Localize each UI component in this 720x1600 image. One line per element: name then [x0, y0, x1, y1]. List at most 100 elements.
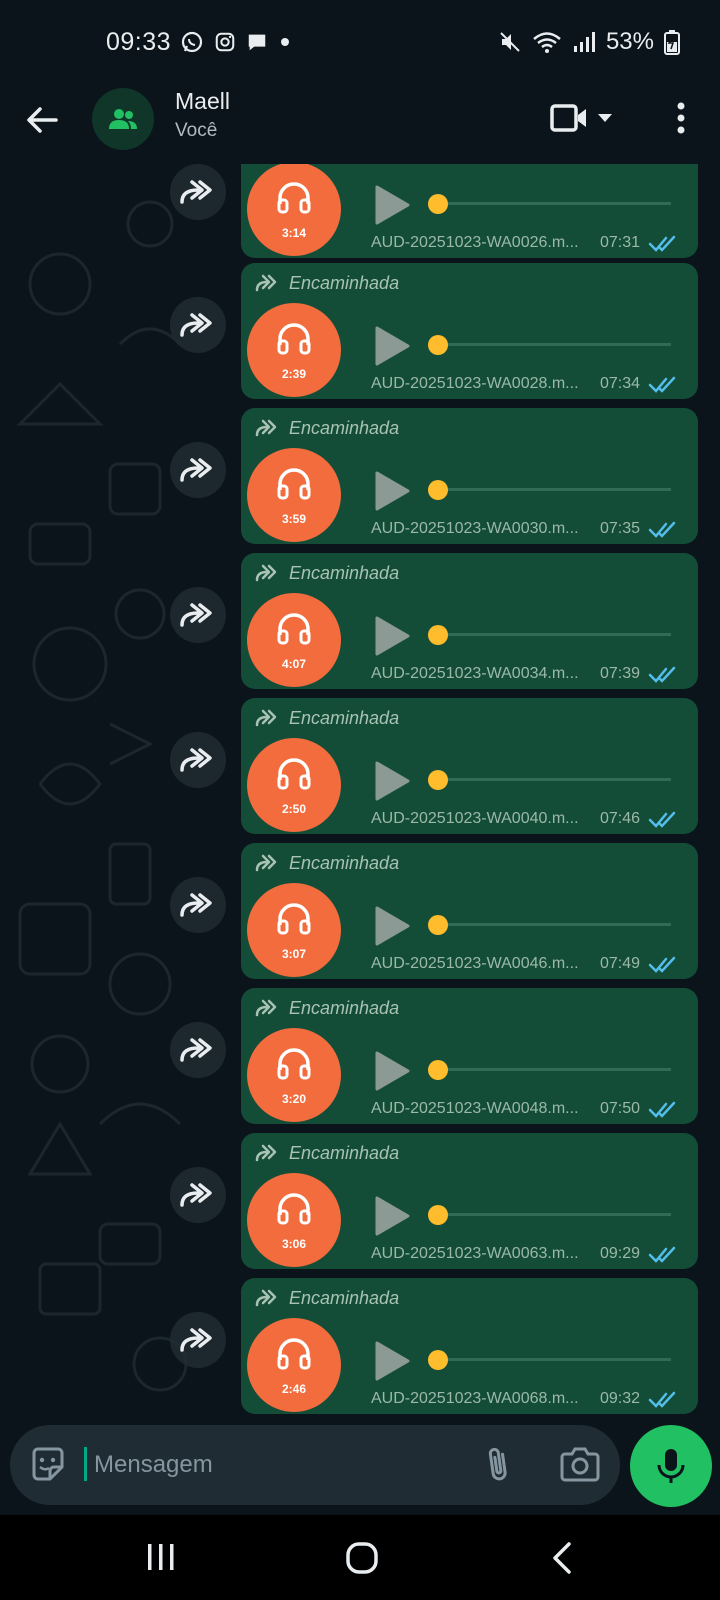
headphones-icon — [277, 1338, 311, 1370]
play-icon — [375, 616, 410, 656]
double-check-icon — [648, 666, 676, 683]
audio-thumbnail: 3:20 — [247, 1028, 341, 1122]
play-button[interactable] — [374, 1196, 410, 1236]
play-button[interactable] — [374, 471, 410, 511]
audio-duration: 3:59 — [281, 512, 307, 526]
double-check-icon — [648, 376, 676, 393]
forward-button[interactable] — [170, 877, 226, 933]
forwarded-label: Encaminhada — [255, 851, 399, 875]
play-icon — [375, 1196, 410, 1236]
forwarded-label: Encaminhada — [255, 1286, 399, 1310]
attach-button[interactable] — [478, 1445, 518, 1485]
forward-icon — [180, 313, 212, 337]
forwarded-text: Encaminhada — [289, 707, 400, 728]
audio-message-bubble[interactable]: Encaminhada 3:20 AUD-20251023-WA0048.m..… — [241, 988, 698, 1124]
double-check-icon — [648, 1101, 676, 1118]
message-input[interactable] — [84, 1445, 444, 1485]
play-button[interactable] — [374, 616, 410, 656]
audio-progress-thumb[interactable] — [428, 1350, 448, 1370]
audio-file-name: AUD-20251023-WA0026.m... — [371, 234, 579, 251]
battery-percentage: 53% — [605, 28, 654, 55]
audio-message-bubble[interactable]: Encaminhada 3:59 AUD-20251023-WA0030.m..… — [241, 408, 698, 544]
attach-icon — [488, 1447, 507, 1481]
audio-message-bubble[interactable]: Encaminhada 3:07 AUD-20251023-WA0046.m..… — [241, 843, 698, 979]
play-icon — [375, 906, 410, 946]
forward-button[interactable] — [170, 1167, 226, 1223]
audio-progress-track[interactable] — [446, 923, 671, 926]
audio-message-bubble[interactable]: Encaminhada 2:39 AUD-20251023-WA0028.m..… — [241, 263, 698, 399]
contact-avatar[interactable] — [92, 88, 154, 150]
forward-icon — [180, 1183, 212, 1207]
audio-message-bubble[interactable]: 3:14 AUD-20251023-WA0026.m... 07:31 — [241, 164, 698, 258]
audio-thumbnail: 2:39 — [247, 303, 341, 397]
audio-message-bubble[interactable]: Encaminhada 2:46 AUD-20251023-WA0068.m..… — [241, 1278, 698, 1414]
recent-apps-button[interactable] — [146, 1541, 176, 1573]
message-row: Encaminhada 2:39 AUD-20251023-WA0028.m..… — [0, 263, 720, 399]
play-button[interactable] — [374, 1051, 410, 1091]
voice-record-button[interactable] — [630, 1425, 712, 1507]
chevron-down-icon — [598, 114, 612, 122]
audio-progress-track[interactable] — [446, 488, 671, 491]
audio-progress-track[interactable] — [446, 202, 671, 205]
camera-button[interactable] — [558, 1445, 602, 1485]
forward-button[interactable] — [170, 1022, 226, 1078]
audio-progress-thumb[interactable] — [428, 1060, 448, 1080]
headphones-icon — [277, 1193, 311, 1225]
audio-progress-track[interactable] — [446, 778, 671, 781]
audio-duration: 2:39 — [281, 367, 307, 381]
audio-message-bubble[interactable]: Encaminhada 4:07 AUD-20251023-WA0034.m..… — [241, 553, 698, 689]
audio-progress-track[interactable] — [446, 1358, 671, 1361]
forwarded-icon — [255, 564, 277, 582]
forward-button[interactable] — [170, 1312, 226, 1368]
sticker-button[interactable] — [28, 1445, 68, 1485]
audio-progress-thumb[interactable] — [428, 1205, 448, 1225]
back-button[interactable] — [22, 100, 62, 140]
forward-icon — [180, 180, 212, 204]
chat-area[interactable]: 3:14 AUD-20251023-WA0026.m... 07:31 Enca — [0, 164, 720, 1414]
forwarded-icon — [255, 419, 277, 437]
play-button[interactable] — [374, 185, 410, 225]
audio-progress-thumb[interactable] — [428, 770, 448, 790]
forward-button[interactable] — [170, 587, 226, 643]
play-button[interactable] — [374, 1341, 410, 1381]
audio-progress-track[interactable] — [446, 1213, 671, 1216]
play-button[interactable] — [374, 906, 410, 946]
forwarded-icon — [255, 999, 277, 1017]
forward-button[interactable] — [170, 297, 226, 353]
audio-progress-thumb[interactable] — [428, 335, 448, 355]
forward-button[interactable] — [170, 164, 226, 220]
more-options-button[interactable] — [666, 98, 696, 138]
status-bar: 09:33 53% — [0, 0, 720, 84]
forward-button[interactable] — [170, 442, 226, 498]
audio-progress-thumb[interactable] — [428, 480, 448, 500]
audio-progress-track[interactable] — [446, 343, 671, 346]
audio-thumbnail: 2:50 — [247, 738, 341, 832]
system-nav-bar — [0, 1515, 720, 1600]
video-call-button[interactable] — [550, 100, 630, 136]
audio-progress-thumb[interactable] — [428, 625, 448, 645]
forward-icon — [180, 893, 212, 917]
forwarded-text: Encaminhada — [289, 1142, 400, 1163]
audio-progress-thumb[interactable] — [428, 915, 448, 935]
contact-name[interactable]: Maell — [175, 88, 230, 115]
system-back-button[interactable] — [550, 1541, 574, 1575]
audio-message-bubble[interactable]: Encaminhada 3:06 AUD-20251023-WA0063.m..… — [241, 1133, 698, 1269]
audio-message-bubble[interactable]: Encaminhada 2:50 AUD-20251023-WA0040.m..… — [241, 698, 698, 834]
signal-icon — [573, 32, 595, 52]
audio-progress-track[interactable] — [446, 633, 671, 636]
message-time: 07:39 — [599, 665, 640, 682]
home-button[interactable] — [345, 1541, 379, 1575]
chat-bubble-icon — [248, 34, 266, 51]
message-time: 09:32 — [599, 1390, 640, 1407]
forwarded-label: Encaminhada — [255, 1141, 399, 1165]
forward-icon — [180, 748, 212, 772]
forward-button[interactable] — [170, 732, 226, 788]
audio-progress-thumb[interactable] — [428, 194, 448, 214]
audio-progress-track[interactable] — [446, 1068, 671, 1071]
forwarded-label: Encaminhada — [255, 271, 399, 295]
play-button[interactable] — [374, 326, 410, 366]
contact-subtitle[interactable]: Você — [175, 120, 217, 142]
audio-duration: 2:50 — [281, 802, 307, 816]
message-row: Encaminhada 2:46 AUD-20251023-WA0068.m..… — [0, 1278, 720, 1414]
play-button[interactable] — [374, 761, 410, 801]
